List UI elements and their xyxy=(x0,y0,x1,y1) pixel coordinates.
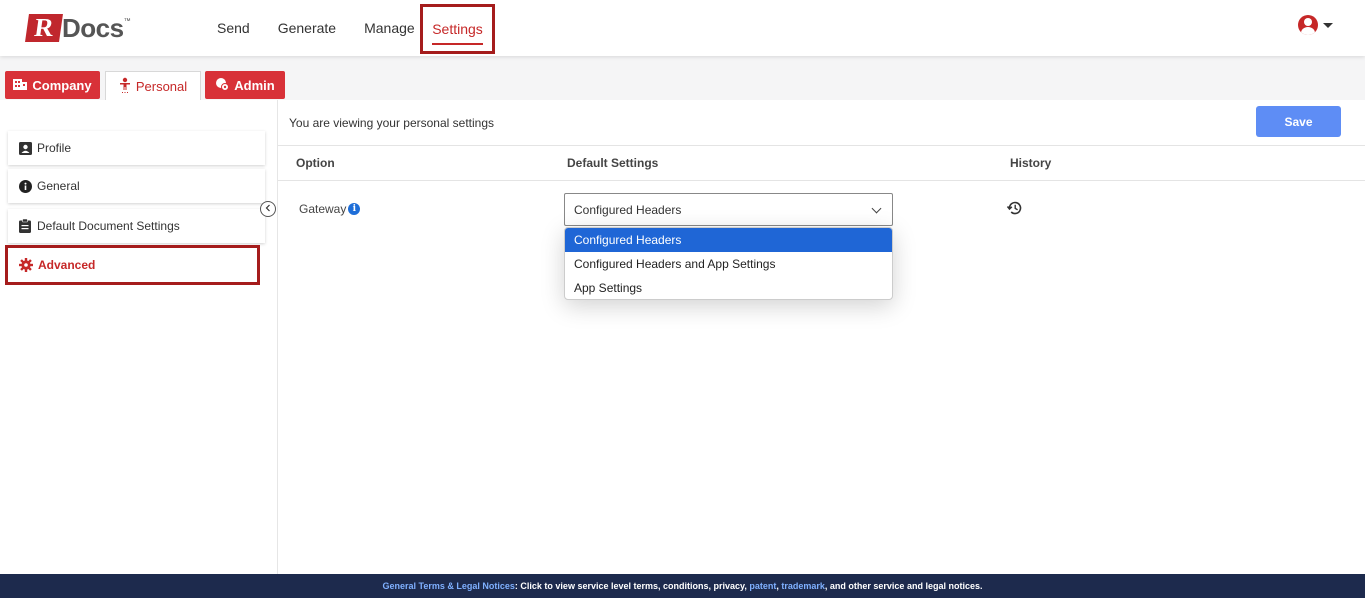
info-icon xyxy=(18,179,32,193)
divider xyxy=(278,180,1365,181)
user-menu[interactable] xyxy=(1298,15,1333,35)
logo-trademark: ™ xyxy=(123,17,131,25)
sidebar-item-label: Default Document Settings xyxy=(37,219,180,233)
dropdown-option-app-settings[interactable]: App Settings xyxy=(565,276,892,299)
dropdown-option-configured-headers[interactable]: Configured Headers xyxy=(565,228,892,252)
column-header-option: Option xyxy=(296,156,335,170)
sidebar-item-label: Advanced xyxy=(38,258,96,272)
sidebar-item-label: Profile xyxy=(37,141,72,155)
clipboard-icon xyxy=(18,219,32,233)
tab-company-label: Company xyxy=(32,77,92,93)
option-label: Gateway xyxy=(299,202,347,216)
top-navbar: R Docs ™ Send Generate Manage Settings xyxy=(0,0,1365,56)
patent-link[interactable]: patent xyxy=(749,581,776,591)
tab-personal-label: Personal xyxy=(135,79,188,94)
sidebar-item-advanced[interactable]: Advanced xyxy=(5,245,260,285)
footer-text: : Click to view service level terms, con… xyxy=(514,581,750,591)
divider xyxy=(278,145,1365,146)
rdocs-logo[interactable]: R Docs ™ xyxy=(25,12,131,43)
chevron-down-icon xyxy=(871,203,882,214)
sidebar-item-label: General xyxy=(37,179,80,193)
save-button[interactable]: Save xyxy=(1256,106,1341,137)
option-gateway: Gateway i xyxy=(299,202,361,216)
viewing-context-text: You are viewing your personal settings xyxy=(289,116,495,130)
general-terms-link[interactable]: General Terms & Legal Notices xyxy=(383,581,515,591)
tab-personal[interactable]: Personal xyxy=(105,71,201,101)
gateway-select[interactable]: Configured Headers xyxy=(564,193,893,226)
dropdown-option-configured-headers-and-app-settings[interactable]: Configured Headers and App Settings xyxy=(565,252,892,276)
info-icon[interactable]: i xyxy=(348,203,361,215)
nav-manage[interactable]: Manage xyxy=(364,20,415,36)
collapse-sidebar-button[interactable] xyxy=(260,201,276,217)
logo-r-mark: R xyxy=(25,13,63,42)
column-header-history: History xyxy=(1010,156,1052,170)
sidebar-item-default-document-settings[interactable]: Default Document Settings xyxy=(8,209,265,243)
legal-footer: General Terms & Legal Notices : Click to… xyxy=(0,574,1365,598)
trademark-link[interactable]: trademark xyxy=(781,581,825,591)
sidebar-item-profile[interactable]: Profile xyxy=(8,131,265,165)
settings-scope-tabs: Company Personal Admin xyxy=(0,56,1365,101)
main-nav: Send Generate Manage xyxy=(200,0,443,56)
person-icon xyxy=(119,77,131,96)
settings-main-panel: You are viewing your personal settings S… xyxy=(278,100,1365,574)
nav-generate[interactable]: Generate xyxy=(278,20,336,36)
user-avatar-icon[interactable] xyxy=(1298,15,1318,35)
tab-admin[interactable]: Admin xyxy=(205,71,285,99)
profile-card-icon xyxy=(18,141,32,155)
chevron-left-icon xyxy=(264,204,272,215)
tab-company[interactable]: Company xyxy=(5,71,100,99)
logo-text: Docs xyxy=(62,12,124,43)
footer-text-end: , and other service and legal notices. xyxy=(824,581,983,591)
nav-settings[interactable]: Settings xyxy=(432,21,483,45)
nav-send[interactable]: Send xyxy=(217,20,250,36)
gear-icon xyxy=(19,258,33,272)
history-icon[interactable] xyxy=(1006,199,1024,217)
settings-sidebar: Profile General Default Document Setting… xyxy=(0,100,278,574)
tab-admin-label: Admin xyxy=(234,77,275,93)
select-value: Configured Headers xyxy=(574,202,682,217)
nav-settings-highlight[interactable]: Settings xyxy=(420,4,495,54)
gateway-dropdown-list: Configured Headers Configured Headers an… xyxy=(564,227,893,300)
sidebar-item-general[interactable]: General xyxy=(8,169,265,203)
building-icon xyxy=(13,78,28,93)
column-header-default-settings: Default Settings xyxy=(567,156,659,170)
caret-down-icon[interactable] xyxy=(1323,22,1333,28)
admin-shield-icon xyxy=(215,77,230,94)
